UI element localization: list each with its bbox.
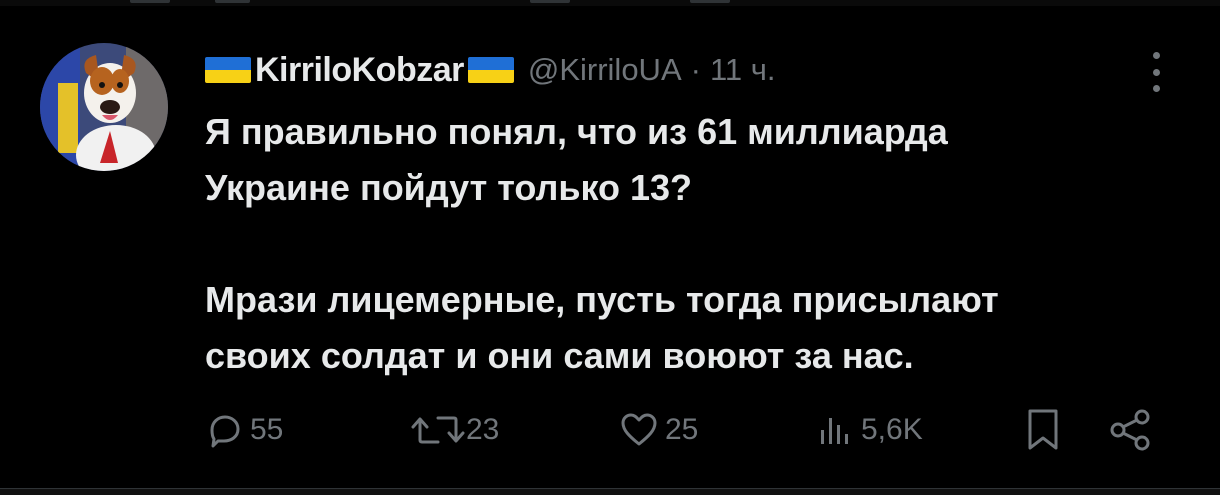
more-icon[interactable]	[1150, 52, 1162, 92]
tweet-line: своих солдат и они сами воюют за нас.	[205, 335, 914, 376]
views-button[interactable]: 5,6K	[815, 405, 923, 455]
tweet-line: Я правильно понял, что из 61 миллиарда	[205, 111, 948, 152]
like-button[interactable]: 25	[619, 405, 698, 455]
tweet-header: KirriloKobzar @KirriloUA · 11 ч.	[205, 48, 776, 92]
reply-icon	[210, 415, 240, 448]
ukraine-flag-icon	[467, 57, 514, 83]
ukraine-flag-icon	[205, 57, 251, 83]
tweet-text: Я правильно понял, что из 61 миллиарда У…	[205, 104, 1165, 384]
separator: ·	[690, 52, 701, 87]
action-bar: 55 23 25 5,6K	[0, 405, 1220, 455]
share-icon	[1110, 409, 1150, 451]
like-count: 25	[665, 413, 699, 446]
handle[interactable]: @KirriloUA	[528, 52, 682, 88]
share-button[interactable]	[1108, 405, 1154, 455]
repost-icon	[411, 416, 465, 444]
tweet-line: Мрази лицемерные, пусть тогда присылают	[205, 279, 999, 320]
previous-tweet-edge	[0, 0, 1220, 6]
timestamp[interactable]: 11 ч.	[710, 52, 776, 88]
heart-icon	[621, 413, 657, 446]
avatar[interactable]	[40, 43, 168, 171]
tweet-line: Украине пойдут только 13?	[205, 167, 693, 208]
repost-button[interactable]: 23	[410, 405, 499, 455]
repost-count: 23	[466, 413, 500, 446]
views-icon	[821, 418, 848, 444]
views-count: 5,6K	[861, 413, 923, 446]
bookmark-button[interactable]	[1026, 405, 1060, 455]
reply-count: 55	[250, 413, 284, 446]
bookmark-icon	[1028, 409, 1058, 450]
reply-button[interactable]: 55	[204, 405, 283, 455]
display-name[interactable]: KirriloKobzar	[255, 51, 464, 90]
